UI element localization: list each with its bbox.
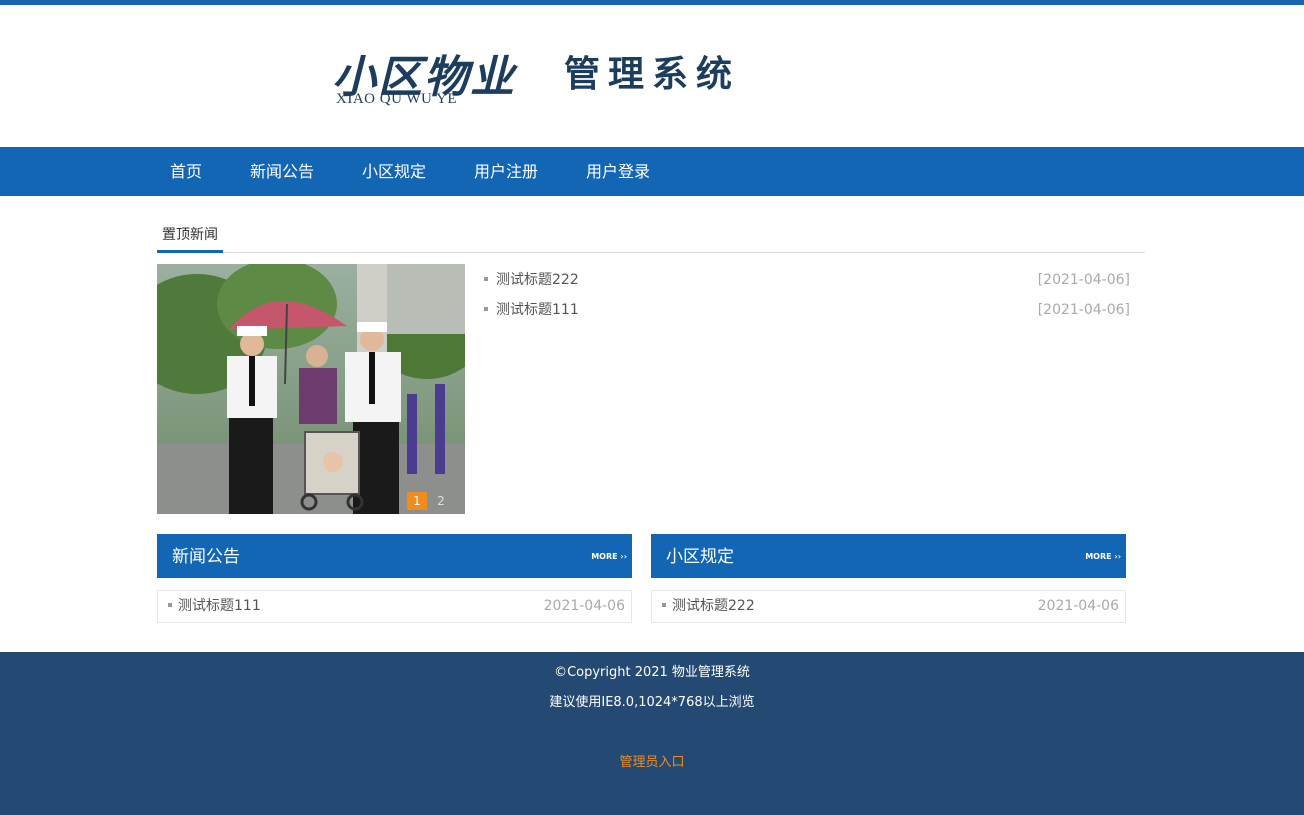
list-item[interactable]: 测试标题222 [2021-04-06] <box>484 268 1130 298</box>
bullet-icon <box>662 603 666 607</box>
bullet-icon <box>484 307 488 311</box>
logo-system-title: 管理系统 <box>564 54 741 95</box>
rules-box: 小区规定 MORE ›› 测试标题222 2021-04-06 <box>651 534 1126 623</box>
slider-photo[interactable] <box>157 264 465 514</box>
list-item[interactable]: 测试标题111 2021-04-06 <box>168 591 625 622</box>
news-title[interactable]: 测试标题222 <box>496 272 579 288</box>
news-title[interactable]: 测试标题111 <box>496 302 579 318</box>
site-logo[interactable]: 小区物业 XIAO QU WU YE 管理系统 <box>332 41 762 121</box>
top-news-list: 测试标题222 [2021-04-06] 测试标题111 [2021-04-06… <box>484 268 1130 328</box>
logo-pinyin: XIAO QU WU YE <box>336 91 458 107</box>
news-date: [2021-04-06] <box>1037 272 1130 288</box>
rules-box-body: 测试标题222 2021-04-06 <box>651 590 1126 623</box>
news-item-date: 2021-04-06 <box>543 598 625 614</box>
rules-box-header: 小区规定 MORE ›› <box>651 534 1126 578</box>
list-item[interactable]: 测试标题111 [2021-04-06] <box>484 298 1130 328</box>
news-image-slider[interactable]: 1 2 <box>157 264 465 514</box>
nav-item-login[interactable]: 用户登录 <box>586 147 650 196</box>
more-label[interactable]: MORE <box>591 552 617 561</box>
news-date: [2021-04-06] <box>1037 302 1130 318</box>
site-footer: ©Copyright 2021 物业管理系统 建议使用IE8.0,1024*76… <box>0 652 1304 815</box>
nav-item-home[interactable]: 首页 <box>170 147 202 196</box>
footer-browser-tip: 建议使用IE8.0,1024*768以上浏览 <box>549 695 755 710</box>
more-label[interactable]: MORE <box>1085 552 1111 561</box>
main-nav: 首页 新闻公告 小区规定 用户注册 用户登录 <box>0 147 1304 196</box>
bullet-icon <box>168 603 172 607</box>
admin-entry-link[interactable]: 管理员入口 <box>619 755 684 770</box>
rule-item-date: 2021-04-06 <box>1037 598 1119 614</box>
footer-admin-row: 管理员入口 <box>0 751 1304 770</box>
news-box-title: 新闻公告 <box>172 547 240 567</box>
rule-item-title[interactable]: 测试标题222 <box>672 598 755 614</box>
list-item[interactable]: 测试标题222 2021-04-06 <box>662 591 1119 622</box>
nav-item-register[interactable]: 用户注册 <box>474 147 538 196</box>
bullet-icon <box>484 277 488 281</box>
slider-pager: 1 2 <box>407 492 451 510</box>
news-box-body: 测试标题111 2021-04-06 <box>157 590 632 623</box>
footer-copyright: ©Copyright 2021 物业管理系统 <box>554 665 750 680</box>
site-header: 小区物业 XIAO QU WU YE 管理系统 <box>0 5 1304 147</box>
top-news-header: 置顶新闻 <box>157 222 1145 253</box>
news-more-link[interactable]: MORE ›› <box>591 552 627 561</box>
rules-more-link[interactable]: MORE ›› <box>1085 552 1121 561</box>
slider-page-1[interactable]: 1 <box>407 492 427 510</box>
top-news-title: 置顶新闻 <box>157 222 223 253</box>
rules-box-title: 小区规定 <box>666 547 734 567</box>
nav-item-news[interactable]: 新闻公告 <box>250 147 314 196</box>
slider-page-2[interactable]: 2 <box>431 492 451 510</box>
nav-item-rules[interactable]: 小区规定 <box>362 147 426 196</box>
news-item-title[interactable]: 测试标题111 <box>178 598 261 614</box>
news-box: 新闻公告 MORE ›› 测试标题111 2021-04-06 <box>157 534 632 623</box>
news-box-header: 新闻公告 MORE ›› <box>157 534 632 578</box>
